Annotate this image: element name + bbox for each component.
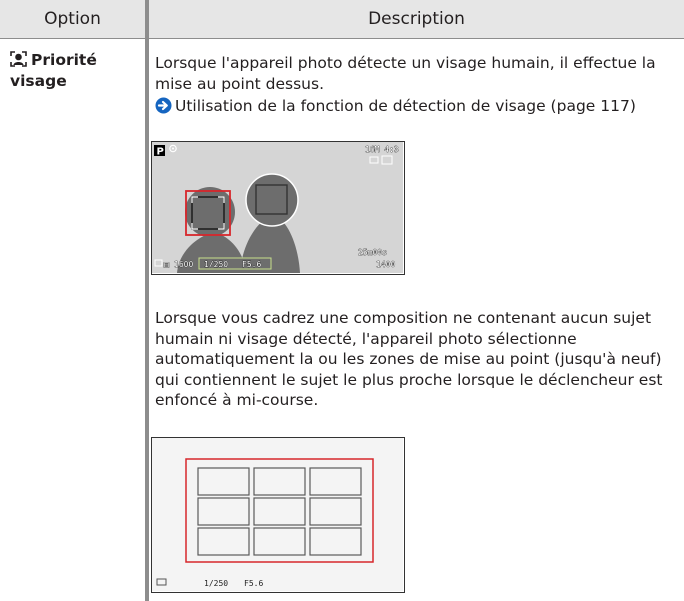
column-divider (145, 0, 149, 601)
page-reference-link[interactable]: Utilisation de la fonction de détection … (155, 96, 636, 117)
arrow-right-circle-icon (155, 97, 172, 114)
description-column-header: Description (149, 0, 684, 38)
iso-value: 1600 (174, 260, 193, 269)
description-paragraph-2: Lorsque vous cadrez une composition ne c… (155, 309, 663, 409)
remaining-time: 25m00s (358, 248, 387, 257)
shutter-speed: 1/250 (204, 579, 228, 588)
header-divider (0, 38, 684, 39)
shutter-speed: 1/250 (204, 260, 228, 269)
aperture-value: F5.6 (242, 260, 261, 269)
face-priority-screen: P 16M 4:3 25m00s ▤ 1600 1/250 F5.6 1400 (151, 141, 405, 275)
focus-areas-screen: 1/250 F5.6 (151, 437, 405, 593)
page-reference-text[interactable]: Utilisation de la fonction de détection … (175, 97, 636, 115)
shooting-mode-label: P (157, 147, 164, 158)
aperture-value: F5.6 (244, 579, 263, 588)
image-mode-label: 16M 4:3 (365, 145, 399, 154)
face-priority-icon (10, 51, 27, 67)
iso-icon: ▤ (164, 260, 169, 269)
option-column-header: Option (0, 0, 145, 38)
description-paragraph-1: Lorsque l'appareil photo détecte un visa… (155, 54, 656, 93)
option-name-cell: Priorité visage (10, 50, 140, 92)
remaining-shots: 1400 (376, 260, 395, 269)
